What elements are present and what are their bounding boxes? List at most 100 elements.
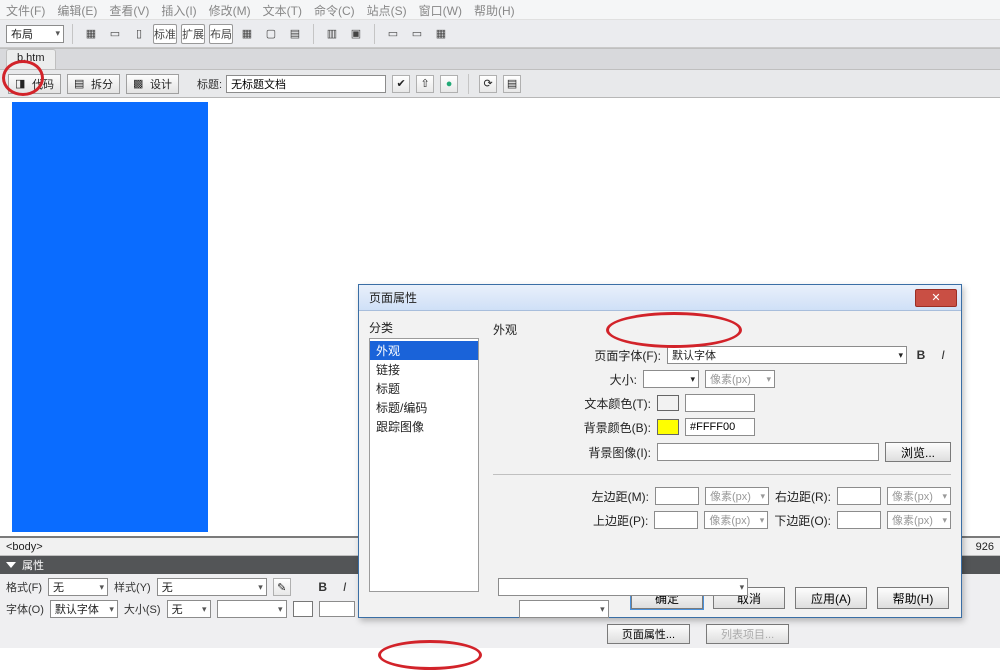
menu-view[interactable]: 查看(V) bbox=[109, 2, 149, 17]
frames-icon[interactable]: ▥ bbox=[322, 24, 342, 44]
menu-text[interactable]: 文本(T) bbox=[263, 2, 302, 17]
margin-right-input[interactable] bbox=[837, 487, 881, 505]
list-item-button: 列表项目... bbox=[706, 624, 789, 644]
menu-command[interactable]: 命令(C) bbox=[314, 2, 355, 17]
status-right: 926 bbox=[976, 541, 994, 553]
page-font-label: 页面字体(F): bbox=[594, 347, 661, 364]
css-button[interactable]: ✎ bbox=[273, 578, 291, 596]
menu-site[interactable]: 站点(S) bbox=[367, 2, 407, 17]
layout-icon[interactable]: ▭ bbox=[105, 24, 125, 44]
script-icon[interactable]: ▭ bbox=[407, 24, 427, 44]
templates-icon[interactable]: ▦ bbox=[431, 24, 451, 44]
view-design-button[interactable]: ▩设计 bbox=[126, 74, 179, 94]
split-icon: ▤ bbox=[74, 77, 88, 91]
document-toolbar: ◨代码 ▤拆分 ▩设计 标题: ✔ ⇧ ● ⟳ ▤ bbox=[0, 70, 1000, 98]
code-icon: ◨ bbox=[15, 77, 29, 91]
bold-icon[interactable]: B bbox=[913, 347, 929, 363]
category-title[interactable]: 标题 bbox=[370, 379, 478, 398]
bg-color-input[interactable] bbox=[685, 418, 755, 436]
format-label: 格式(F) bbox=[6, 579, 42, 595]
category-header: 分类 bbox=[369, 319, 479, 336]
insert-toolbar: 布局 ▦ ▭ ▯ 标准 扩展 布局 ▦ ▢ ▤ ▥ ▣ ▭ ▭ ▦ bbox=[0, 20, 1000, 48]
text-color-input[interactable] bbox=[685, 394, 755, 412]
menu-insert[interactable]: 插入(I) bbox=[161, 2, 196, 17]
link-select[interactable] bbox=[498, 578, 748, 596]
dialog-close-button[interactable]: ✕ bbox=[915, 289, 957, 307]
margin-bottom-unit[interactable]: 像素(px) bbox=[887, 511, 951, 529]
options-icon[interactable]: ▤ bbox=[503, 75, 521, 93]
category-link[interactable]: 链接 bbox=[370, 360, 478, 379]
document-tabs: b.htm bbox=[0, 48, 1000, 70]
view-split-button[interactable]: ▤拆分 bbox=[67, 74, 120, 94]
size-label-2: 大小(S) bbox=[124, 601, 161, 617]
check-icon[interactable]: ✔ bbox=[392, 75, 410, 93]
size-select-2[interactable]: 无 bbox=[167, 600, 211, 618]
bold-icon-2[interactable]: B bbox=[315, 579, 331, 595]
layout-cell-icon[interactable]: ▢ bbox=[261, 24, 281, 44]
text-color-label: 文本颜色(T): bbox=[584, 395, 651, 412]
design-canvas[interactable]: 页面属性 ✕ 分类 外观 链接 标题 标题/编码 跟踪图像 外观 页面字体(F)… bbox=[0, 98, 1000, 538]
bg-color-swatch[interactable] bbox=[657, 419, 679, 435]
upload-icon[interactable]: ⇧ bbox=[416, 75, 434, 93]
margin-left-label: 左边距(M): bbox=[592, 488, 649, 505]
browse-button[interactable]: 浏览... bbox=[885, 442, 951, 462]
blue-region bbox=[12, 102, 208, 532]
page-font-select[interactable]: 默认字体 bbox=[667, 346, 907, 364]
size-unit-select-2[interactable] bbox=[217, 600, 287, 618]
font-select[interactable]: 默认字体 bbox=[50, 600, 118, 618]
layout-category-select[interactable]: 布局 bbox=[6, 25, 64, 43]
tabular-icon[interactable]: ▣ bbox=[346, 24, 366, 44]
size-unit-select[interactable]: 像素(px) bbox=[705, 370, 775, 388]
page-properties-button[interactable]: 页面属性... bbox=[607, 624, 690, 644]
style-select[interactable]: 无 bbox=[157, 578, 267, 596]
italic-icon-2[interactable]: I bbox=[337, 579, 353, 595]
section-title: 外观 bbox=[493, 321, 951, 338]
menu-file[interactable]: 文件(F) bbox=[6, 2, 45, 17]
cell-icon[interactable]: ▯ bbox=[129, 24, 149, 44]
layers-icon[interactable]: ▤ bbox=[285, 24, 305, 44]
margin-left-unit[interactable]: 像素(px) bbox=[705, 487, 769, 505]
head-icon[interactable]: ▭ bbox=[383, 24, 403, 44]
text-color-swatch[interactable] bbox=[657, 395, 679, 411]
style-label: 样式(Y) bbox=[114, 579, 151, 595]
design-icon: ▩ bbox=[133, 77, 147, 91]
category-list[interactable]: 外观 链接 标题 标题/编码 跟踪图像 bbox=[369, 338, 479, 592]
layout-table-icon[interactable]: ▦ bbox=[237, 24, 257, 44]
category-appearance[interactable]: 外观 bbox=[370, 341, 478, 360]
tag-selector[interactable]: <body> bbox=[6, 541, 43, 553]
italic-icon[interactable]: I bbox=[935, 347, 951, 363]
mode-extended[interactable]: 扩展 bbox=[181, 24, 205, 44]
title-label: 标题: bbox=[197, 76, 222, 92]
table-icon[interactable]: ▦ bbox=[81, 24, 101, 44]
category-encoding[interactable]: 标题/编码 bbox=[370, 398, 478, 417]
menu-window[interactable]: 窗口(W) bbox=[419, 2, 462, 17]
file-tab[interactable]: b.htm bbox=[6, 49, 56, 69]
properties-title: 属性 bbox=[22, 557, 44, 573]
page-title-input[interactable] bbox=[226, 75, 386, 93]
color-swatch[interactable] bbox=[293, 601, 313, 617]
view-code-button[interactable]: ◨代码 bbox=[8, 74, 61, 94]
globe-icon[interactable]: ● bbox=[440, 75, 458, 93]
margin-right-unit[interactable]: 像素(px) bbox=[887, 487, 951, 505]
size-select[interactable] bbox=[643, 370, 699, 388]
refresh-icon[interactable]: ⟳ bbox=[479, 75, 497, 93]
format-select[interactable]: 无 bbox=[48, 578, 108, 596]
margin-top-unit[interactable]: 像素(px) bbox=[704, 511, 768, 529]
menu-modify[interactable]: 修改(M) bbox=[209, 2, 251, 17]
apply-button[interactable]: 应用(A) bbox=[795, 587, 867, 609]
bg-image-input[interactable] bbox=[657, 443, 879, 461]
menu-edit[interactable]: 编辑(E) bbox=[57, 2, 97, 17]
margin-left-input[interactable] bbox=[655, 487, 699, 505]
help-button[interactable]: 帮助(H) bbox=[877, 587, 949, 609]
bg-color-label: 背景颜色(B): bbox=[584, 419, 651, 436]
target-select[interactable] bbox=[519, 600, 609, 618]
margin-bottom-input[interactable] bbox=[837, 511, 881, 529]
menu-help[interactable]: 帮助(H) bbox=[474, 2, 515, 17]
margin-top-label: 上边距(P): bbox=[593, 512, 648, 529]
color-input[interactable] bbox=[319, 601, 355, 617]
margin-top-input[interactable] bbox=[654, 511, 698, 529]
mode-layout[interactable]: 布局 bbox=[209, 24, 233, 44]
mode-standard[interactable]: 标准 bbox=[153, 24, 177, 44]
margin-bottom-label: 下边距(O): bbox=[774, 512, 831, 529]
category-tracking[interactable]: 跟踪图像 bbox=[370, 417, 478, 436]
